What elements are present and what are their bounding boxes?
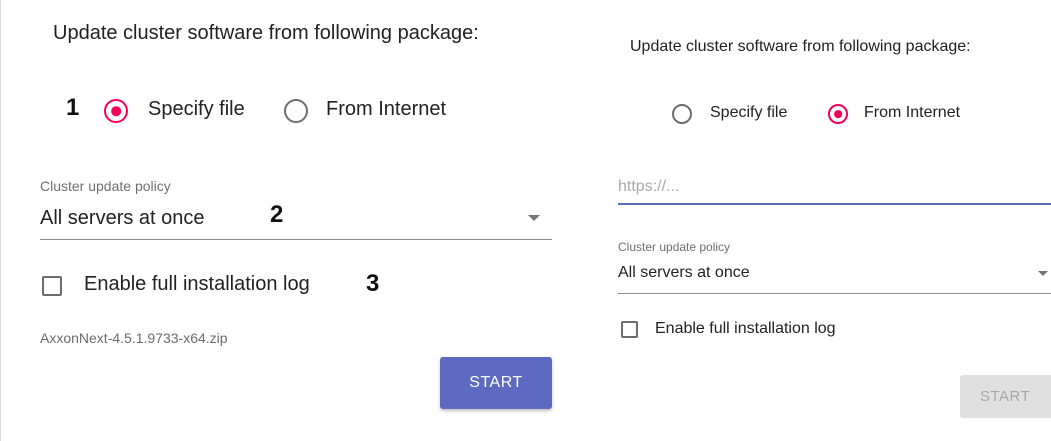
right-start-button[interactable]: START xyxy=(960,375,1051,418)
left-policy-label: Cluster update policy xyxy=(40,178,171,194)
right-radio-specify-file-label[interactable]: Specify file xyxy=(710,104,787,122)
left-radio-from-internet-label[interactable]: From Internet xyxy=(326,98,446,121)
right-log-checkbox-label[interactable]: Enable full installation log xyxy=(655,320,836,338)
left-log-checkbox-label[interactable]: Enable full installation log xyxy=(84,273,310,296)
left-radio-from-internet[interactable] xyxy=(284,99,308,123)
right-policy-underline xyxy=(618,293,1051,294)
left-panel-title: Update cluster software from following p… xyxy=(53,22,479,44)
step-marker-1: 1 xyxy=(66,94,80,121)
left-divider xyxy=(0,0,1,441)
right-radio-from-internet-label[interactable]: From Internet xyxy=(864,104,960,122)
left-radio-specify-file[interactable] xyxy=(104,99,128,123)
selected-file-name: AxxonNext-4.5.1.9733-x64.zip xyxy=(40,330,228,346)
url-input[interactable] xyxy=(618,176,1051,198)
right-radio-from-internet[interactable] xyxy=(828,104,848,124)
step-marker-3: 3 xyxy=(366,270,380,297)
left-log-checkbox[interactable] xyxy=(42,276,62,296)
left-radio-specify-file-label[interactable]: Specify file xyxy=(148,98,245,121)
step-marker-2: 2 xyxy=(270,201,284,228)
left-start-button[interactable]: START xyxy=(440,357,552,409)
right-policy-value[interactable]: All servers at once xyxy=(618,264,750,282)
left-policy-underline xyxy=(40,239,552,240)
left-policy-value[interactable]: All servers at once xyxy=(40,207,205,230)
right-radio-specify-file[interactable] xyxy=(672,104,692,124)
url-input-underline xyxy=(618,203,1051,205)
right-policy-dropdown-icon[interactable] xyxy=(1038,271,1048,276)
right-log-checkbox[interactable] xyxy=(621,321,638,338)
right-panel-title: Update cluster software from following p… xyxy=(630,38,971,55)
right-policy-label: Cluster update policy xyxy=(618,240,731,254)
left-policy-dropdown-icon[interactable] xyxy=(528,215,540,221)
